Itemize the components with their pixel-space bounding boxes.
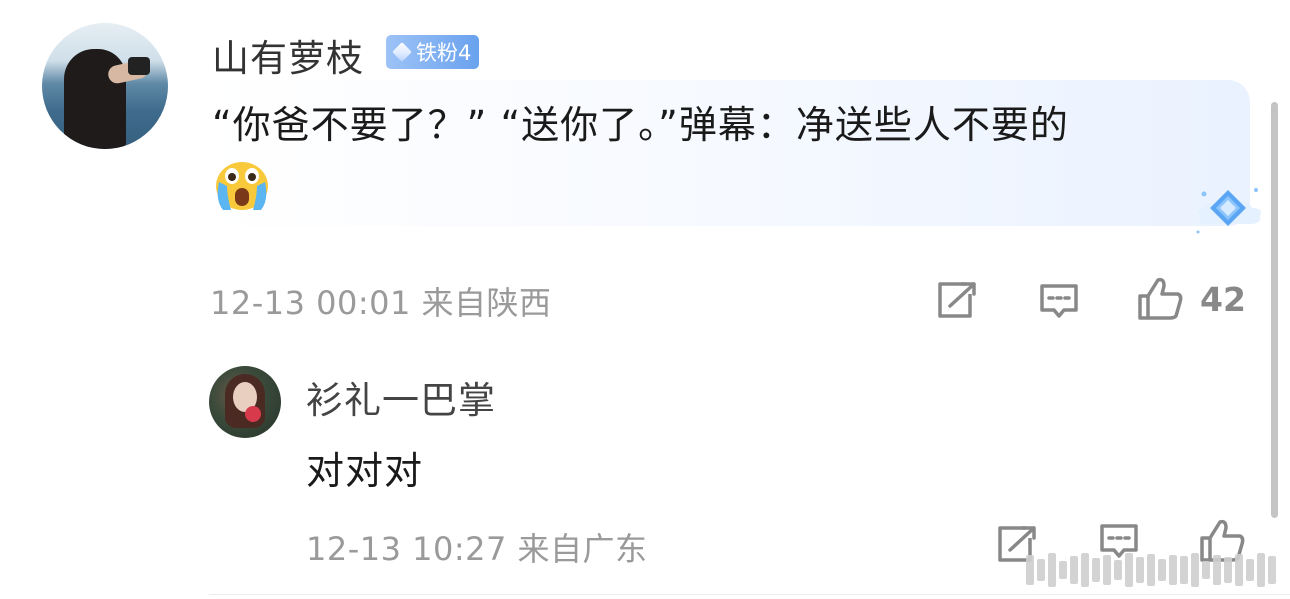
watermark	[1026, 550, 1278, 590]
comment-text: “你爸不要了？” “送你了。”弹幕：净送些人不要的	[212, 103, 1069, 147]
bubble-diamond-decoration	[1196, 188, 1261, 234]
comment-icon[interactable]	[1038, 282, 1080, 320]
fan-badge-label: 铁粉4	[416, 41, 472, 65]
like-count: 42	[1200, 280, 1246, 319]
avatar-flower	[245, 406, 261, 422]
avatar-camera	[128, 57, 150, 75]
diamond-icon	[392, 42, 412, 62]
divider	[209, 594, 1290, 595]
reply-username[interactable]: 衫礼一巴掌	[306, 370, 496, 424]
reply-avatar[interactable]	[209, 366, 281, 438]
reply-text: 对对对	[306, 449, 424, 493]
comment-meta: 12-13 00:01 来自陕西	[210, 278, 552, 324]
thumbs-up-icon[interactable]	[1136, 276, 1184, 322]
scrollbar[interactable]	[1271, 102, 1278, 518]
comment-username[interactable]: 山有萝枝	[212, 28, 364, 82]
comment-timestamp: 12-13 00:01	[210, 284, 411, 322]
share-icon[interactable]	[936, 280, 978, 320]
crying-face-emoji	[216, 162, 268, 210]
avatar[interactable]	[42, 23, 168, 149]
reply-meta: 12-13 10:27 来自广东	[306, 524, 648, 570]
reply-location: 来自广东	[517, 530, 648, 568]
reply-timestamp: 12-13 10:27	[306, 530, 507, 568]
fan-badge[interactable]: 铁粉4	[386, 35, 480, 69]
comment-location: 来自陕西	[421, 284, 552, 322]
